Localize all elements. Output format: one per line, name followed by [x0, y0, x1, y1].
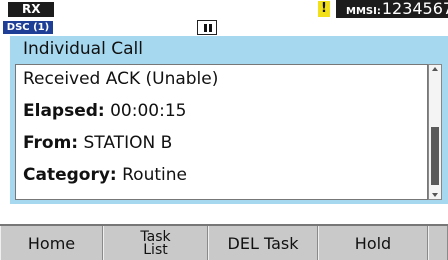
mmsi-display: MMSI:123456789: [336, 0, 448, 18]
task-list-button[interactable]: Task List: [103, 226, 208, 260]
dsc-badge[interactable]: DSC (1): [3, 21, 53, 34]
category-line: Category: Routine: [23, 165, 187, 185]
elapsed-label: Elapsed:: [23, 101, 105, 121]
window-title: Individual Call: [10, 36, 448, 62]
scroll-down-icon[interactable]: [432, 193, 438, 197]
category-label: Category:: [23, 165, 117, 185]
scrollbar[interactable]: [428, 64, 442, 200]
softkey-bar: Home Task List DEL Task Hold: [0, 226, 448, 260]
pause-icon[interactable]: [197, 20, 217, 35]
from-value: STATION B: [78, 133, 173, 153]
rx-indicator: RX: [8, 2, 54, 17]
status-line: Received ACK (Unable): [23, 69, 219, 89]
status-bar: RX ! MMSI:123456789: [0, 0, 448, 18]
softkey-edge: [428, 226, 448, 260]
scroll-thumb[interactable]: [431, 127, 439, 185]
warning-icon: !: [318, 1, 330, 17]
scroll-up-icon[interactable]: [432, 67, 438, 71]
mmsi-value: 123456789: [381, 0, 448, 18]
dsc-row: DSC (1): [0, 18, 448, 36]
from-line: From: STATION B: [23, 133, 172, 153]
elapsed-value: 00:00:15: [104, 101, 187, 121]
category-value: Routine: [116, 165, 187, 185]
del-task-button[interactable]: DEL Task: [208, 226, 318, 260]
home-button[interactable]: Home: [0, 226, 103, 260]
mmsi-label: MMSI:: [346, 6, 381, 17]
from-label: From:: [23, 133, 79, 153]
message-content: Received ACK (Unable) Elapsed: 00:00:15 …: [15, 64, 428, 200]
hold-button[interactable]: Hold: [318, 226, 428, 260]
elapsed-line: Elapsed: 00:00:15: [23, 101, 186, 121]
